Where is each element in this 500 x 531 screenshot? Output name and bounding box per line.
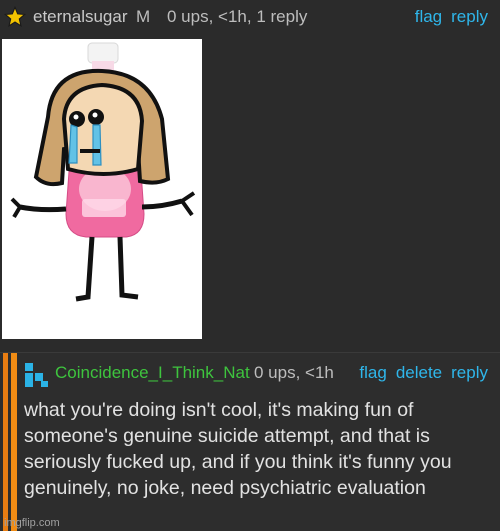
comment-header: eternalsugar M 0 ups, <1h, 1 reply flag … — [0, 0, 500, 34]
reply-link[interactable]: reply — [451, 363, 488, 383]
reply-body: what you're doing isn't cool, it's makin… — [24, 399, 452, 499]
comment-image[interactable] — [2, 39, 202, 339]
mod-badge: M — [136, 7, 151, 26]
thread-indent-bar — [11, 353, 17, 531]
comment-meta: 0 ups, <1h, 1 reply — [167, 7, 308, 26]
comment-reply: Coincidence_I_Think_Nat 0 ups, <1h flag … — [0, 353, 500, 531]
delete-link[interactable]: delete — [396, 363, 442, 383]
thread-indent-bar — [3, 353, 8, 531]
user-logo-icon — [25, 363, 48, 387]
comment-username[interactable]: eternalsugar — [33, 7, 128, 27]
stick-figure-drawing — [10, 42, 196, 302]
flag-link[interactable]: flag — [359, 363, 386, 383]
comment-top: eternalsugar M 0 ups, <1h, 1 reply flag … — [0, 0, 500, 352]
star-icon — [4, 6, 26, 27]
flag-link[interactable]: flag — [415, 7, 442, 27]
reply-meta: 0 ups, <1h — [254, 363, 334, 382]
comment-actions: flag reply — [415, 7, 488, 27]
reply-actions: flag delete reply — [359, 363, 488, 383]
reply-link[interactable]: reply — [451, 7, 488, 27]
reply-username[interactable]: Coincidence_I_Think_Nat — [55, 363, 250, 383]
watermark: imgflip.com — [4, 517, 60, 529]
